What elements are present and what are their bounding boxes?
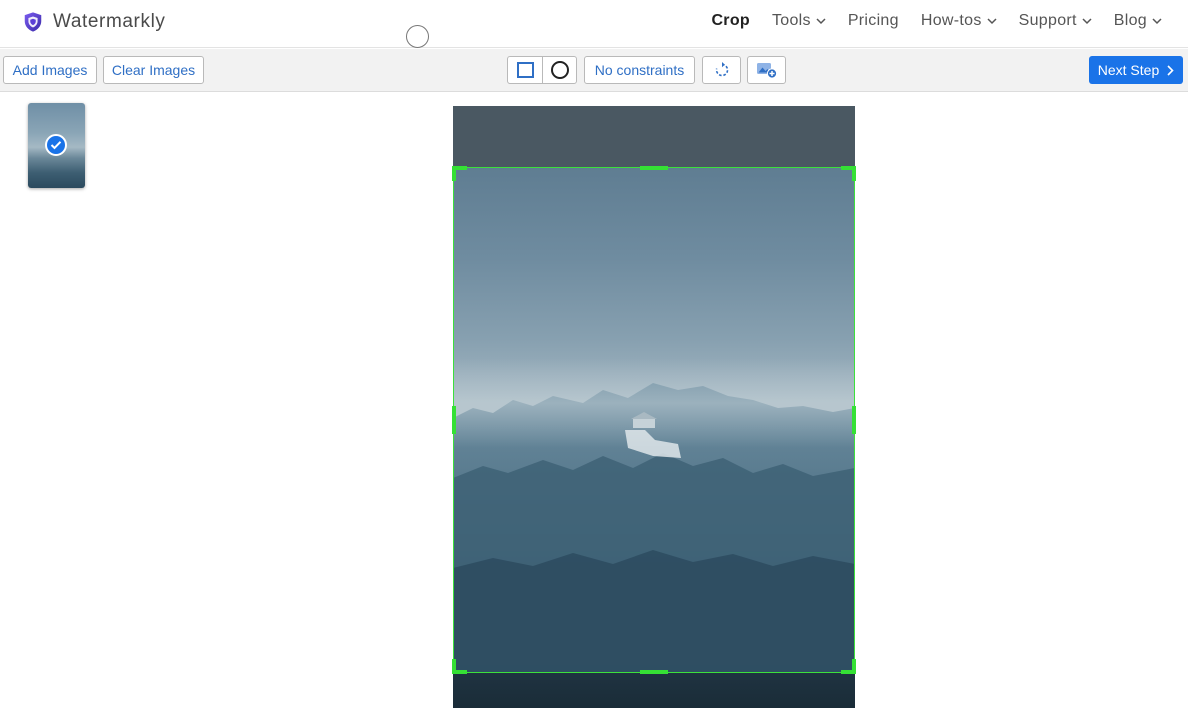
crop-handle-right-middle[interactable]	[852, 406, 856, 434]
dimmed-overlay-top	[453, 106, 855, 168]
crop-handle-top-left-vertical[interactable]	[452, 166, 456, 181]
rotate-button[interactable]	[702, 56, 741, 84]
nav-tools[interactable]: Tools	[772, 12, 826, 30]
nav-how-tos[interactable]: How-tos	[921, 12, 997, 30]
circle-icon	[550, 61, 569, 79]
nav-pricing-label: Pricing	[847, 12, 899, 29]
image-thumbnail[interactable]	[28, 103, 85, 188]
crop-handle-bottom-right-vertical[interactable]	[852, 659, 856, 674]
next-step-label: Next Step	[1097, 62, 1160, 78]
crop-toolbar: Add Images Clear Images No constraints N…	[0, 49, 1188, 92]
chevron-down-icon	[1152, 18, 1162, 25]
checkmark-icon	[45, 134, 67, 156]
top-header: Watermarkly Crop Tools Pricing How-tos S…	[0, 0, 1188, 48]
nav-support[interactable]: Support	[1019, 12, 1092, 30]
mouse-cursor-indicator	[406, 25, 429, 48]
main-nav: Crop Tools Pricing How-tos Support Blog	[689, 12, 1162, 30]
app-name: Watermarkly	[53, 11, 166, 32]
chevron-right-icon	[1167, 64, 1174, 76]
chevron-down-icon	[1082, 18, 1092, 25]
crop-handle-top-middle[interactable]	[640, 166, 668, 170]
nav-blog[interactable]: Blog	[1114, 12, 1162, 30]
logo[interactable]: Watermarkly	[22, 11, 166, 33]
nav-tools-label: Tools	[771, 12, 811, 29]
nav-pricing[interactable]: Pricing	[848, 12, 899, 30]
chevron-down-icon	[987, 18, 997, 25]
rectangle-icon	[516, 62, 534, 78]
shield-logo-icon	[24, 12, 42, 32]
dimmed-overlay-bottom	[453, 672, 855, 708]
add-images-button[interactable]: Add Images	[3, 56, 97, 84]
crop-handle-top-right-vertical[interactable]	[852, 166, 856, 181]
crop-shape-toggle	[507, 56, 577, 84]
crop-handle-bottom-middle[interactable]	[640, 670, 668, 674]
nav-crop-label: Crop	[711, 12, 750, 29]
nav-crop[interactable]: Crop	[711, 12, 750, 30]
nav-blog-label: Blog	[1113, 12, 1147, 29]
rotate-icon	[715, 62, 728, 77]
next-step-button[interactable]: Next Step	[1089, 56, 1183, 84]
add-image-icon	[756, 63, 777, 79]
nav-support-label: Support	[1018, 12, 1077, 29]
chevron-down-icon	[816, 18, 826, 25]
circle-shape-button[interactable]	[542, 57, 576, 83]
crop-selection-box[interactable]	[452, 166, 856, 674]
rectangle-shape-button[interactable]	[508, 57, 542, 83]
nav-how-tos-label: How-tos	[920, 12, 982, 29]
crop-handle-bottom-left-vertical[interactable]	[452, 659, 456, 674]
add-image-layer-button[interactable]	[747, 56, 786, 84]
clear-images-button[interactable]: Clear Images	[103, 56, 204, 84]
constraints-dropdown[interactable]: No constraints	[584, 56, 695, 84]
crop-handle-left-middle[interactable]	[452, 406, 456, 434]
